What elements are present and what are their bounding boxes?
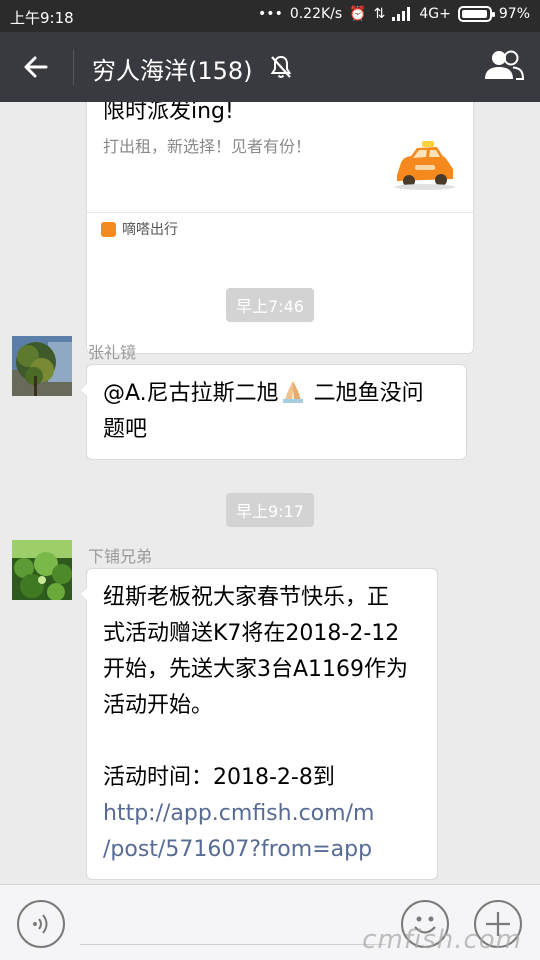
card-divider — [87, 212, 473, 213]
watermark: cmfish.com — [362, 925, 522, 955]
message-line: @A.尼古拉斯二旭 二旭鱼没问 — [103, 376, 450, 412]
timestamp: 早上9:17 — [226, 493, 314, 527]
back-arrow-icon[interactable] — [18, 49, 54, 85]
net-speed: 0.22K/s — [289, 6, 343, 22]
avatar[interactable] — [12, 336, 72, 396]
alarm-icon: ⏰ — [349, 6, 367, 22]
data-transfer-icon: ⇅ — [373, 6, 386, 22]
status-indicators: ••• 0.22K/s ⏰ ⇅ 4G+ 97% — [258, 6, 530, 22]
message-line: 纽斯老板祝大家春节快乐，正 — [103, 585, 390, 610]
app-source-icon — [101, 221, 116, 237]
message-input[interactable] — [80, 899, 386, 945]
taxi-car-icon — [395, 141, 455, 190]
chat-title: 穷人海洋(158) — [92, 57, 253, 85]
battery-fill — [461, 10, 487, 18]
card-source-name: 嘀嗒出行 — [122, 222, 178, 238]
status-time: 上午9:18 — [10, 9, 74, 27]
voice-icon — [33, 914, 48, 934]
message-text: 二旭鱼没问 — [313, 381, 424, 406]
message-bubble[interactable]: @A.尼古拉斯二旭 二旭鱼没问 题吧 — [79, 364, 467, 460]
message-bubble[interactable]: 纽斯老板祝大家春节快乐，正 式活动赠送K7将在2018-2-12 开始，先送大家… — [79, 568, 438, 880]
card-description: 打出租，新选择！见者有份！ — [103, 137, 312, 156]
message-line: 活动时间：2018-2-8到 — [103, 765, 335, 790]
message-line: 开始，先送大家3台A1169作为 — [103, 657, 409, 682]
card-source: 嘀嗒出行 — [101, 219, 178, 239]
network-type: 4G+ — [419, 6, 451, 22]
chat-messages[interactable]: 限时派发ing! 打出租，新选择！见者有份！ 嘀嗒出行 早上7:46 张礼镜 @… — [0, 102, 540, 884]
message-line: 式活动赠送K7将在2018-2-12 — [103, 621, 400, 646]
group-members-icon[interactable] — [482, 48, 526, 84]
input-bar: cmfish.com — [0, 884, 540, 960]
sender-name: 张礼镜 — [88, 343, 137, 362]
message-link[interactable]: http://app.cmfish.com/m — [103, 796, 421, 832]
message-link[interactable]: /post/571607?from=app — [103, 832, 421, 868]
message-line: 活动开始。 — [103, 693, 214, 718]
timestamp: 早上7:46 — [226, 288, 314, 322]
card-title: 限时派发ing! — [103, 102, 234, 124]
battery-percent: 97% — [498, 6, 530, 22]
chat-header: 穷人海洋(158) — [0, 32, 540, 102]
mute-bell-icon — [270, 55, 292, 78]
status-bar: 上午9:18 ••• 0.22K/s ⏰ ⇅ 4G+ 97% — [0, 0, 540, 32]
message-mention: @A.尼古拉斯二旭 — [103, 381, 279, 406]
sender-name: 下铺兄弟 — [88, 547, 153, 566]
pray-emoji-icon — [282, 381, 303, 403]
header-divider — [73, 49, 74, 85]
avatar[interactable] — [12, 540, 72, 600]
signal-icon — [392, 7, 412, 21]
more-dots: ••• — [258, 6, 283, 22]
voice-input-button[interactable] — [17, 900, 65, 948]
battery-icon — [457, 6, 495, 22]
message-line: 题吧 — [103, 417, 148, 442]
